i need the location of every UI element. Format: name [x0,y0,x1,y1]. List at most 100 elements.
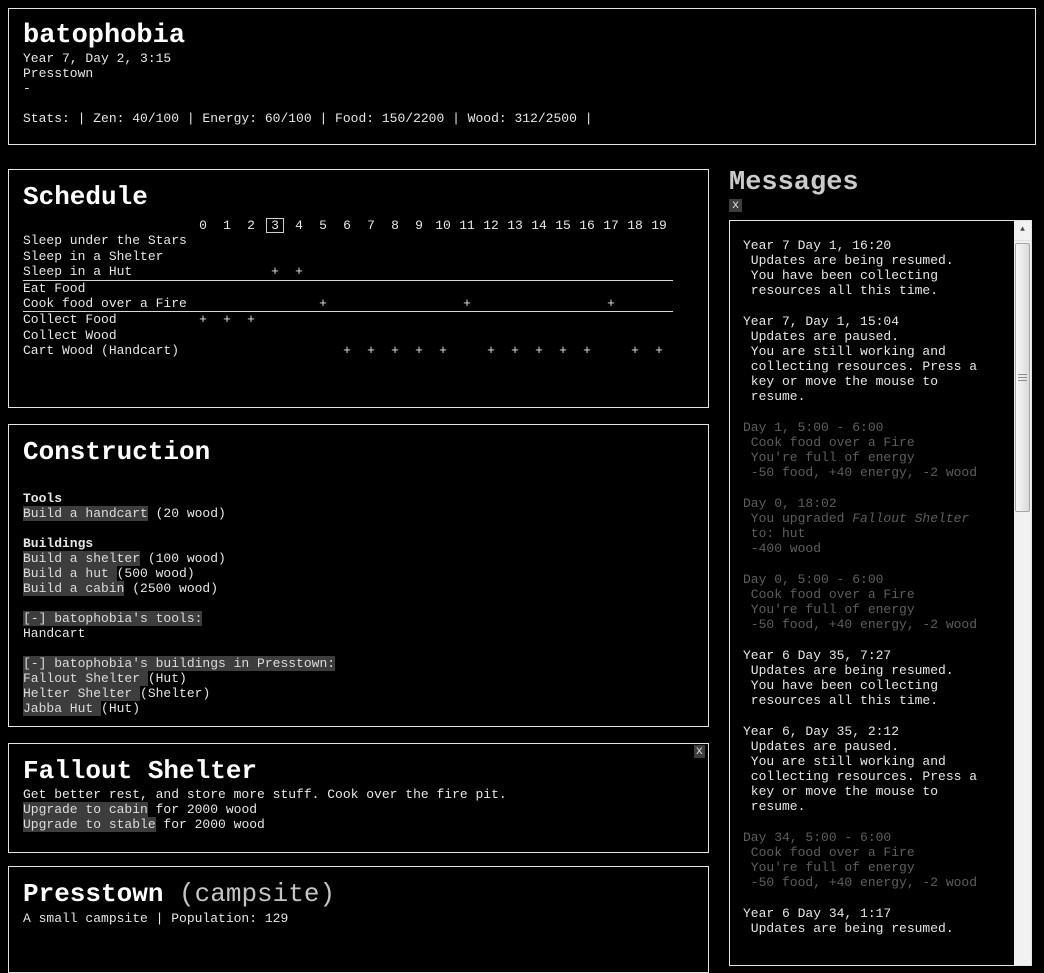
schedule-cell[interactable] [383,328,407,343]
schedule-cell[interactable] [455,312,479,327]
schedule-cell[interactable] [215,264,239,279]
schedule-cell[interactable] [359,233,383,248]
schedule-cell[interactable] [431,328,455,343]
building-jabba-hut-link[interactable]: Jabba Hut [23,701,101,716]
fallout-shelter-close-button[interactable]: x [694,745,705,758]
scroll-up-button[interactable]: ▲ [1014,221,1031,241]
schedule-cell[interactable] [431,233,455,248]
schedule-cell[interactable] [551,296,575,311]
schedule-cell[interactable] [311,264,335,279]
schedule-cell[interactable]: + [335,343,359,358]
schedule-cell[interactable] [287,312,311,327]
schedule-cell[interactable] [239,281,263,296]
schedule-cell[interactable] [383,312,407,327]
schedule-cell[interactable] [287,281,311,296]
schedule-cell[interactable]: + [431,343,455,358]
schedule-cell[interactable] [647,264,671,279]
schedule-cell[interactable] [647,249,671,264]
schedule-cell[interactable] [383,233,407,248]
schedule-cell[interactable] [335,312,359,327]
schedule-cell[interactable] [383,249,407,264]
schedule-cell[interactable] [575,328,599,343]
schedule-cell[interactable] [551,249,575,264]
schedule-cell[interactable] [551,264,575,279]
schedule-cell[interactable] [455,328,479,343]
schedule-cell[interactable] [575,312,599,327]
scroll-thumb[interactable] [1015,243,1030,512]
schedule-cell[interactable] [479,312,503,327]
schedule-cell[interactable] [527,281,551,296]
schedule-cell[interactable] [263,249,287,264]
schedule-cell[interactable] [263,281,287,296]
schedule-cell[interactable] [191,233,215,248]
schedule-cell[interactable] [263,343,287,358]
schedule-cell[interactable] [239,233,263,248]
schedule-cell[interactable] [455,264,479,279]
schedule-cell[interactable] [623,281,647,296]
schedule-cell[interactable] [335,296,359,311]
schedule-cell[interactable] [359,281,383,296]
schedule-cell[interactable] [503,296,527,311]
schedule-cell[interactable] [191,264,215,279]
schedule-cell[interactable] [335,281,359,296]
schedule-cell[interactable]: + [191,312,215,327]
schedule-cell[interactable]: + [287,264,311,279]
schedule-cell[interactable]: + [575,343,599,358]
schedule-cell[interactable] [359,296,383,311]
schedule-cell[interactable] [527,328,551,343]
schedule-cell[interactable] [503,233,527,248]
schedule-cell[interactable] [431,312,455,327]
schedule-cell[interactable]: + [455,296,479,311]
schedule-cell[interactable] [527,233,551,248]
schedule-cell[interactable]: + [407,343,431,358]
schedule-cell[interactable] [647,328,671,343]
schedule-cell[interactable] [239,328,263,343]
schedule-cell[interactable]: + [239,312,263,327]
schedule-cell[interactable] [575,264,599,279]
schedule-cell[interactable] [215,328,239,343]
schedule-cell[interactable] [551,281,575,296]
schedule-cell[interactable] [623,312,647,327]
schedule-cell[interactable] [455,281,479,296]
schedule-cell[interactable] [527,264,551,279]
schedule-cell[interactable] [215,281,239,296]
schedule-cell[interactable] [359,249,383,264]
schedule-cell[interactable] [215,233,239,248]
schedule-cell[interactable] [599,328,623,343]
schedule-cell[interactable] [479,249,503,264]
schedule-cell[interactable] [503,312,527,327]
messages-close-button[interactable]: x [729,199,742,212]
schedule-cell[interactable] [287,249,311,264]
schedule-cell[interactable] [455,343,479,358]
schedule-cell[interactable] [479,296,503,311]
schedule-cell[interactable] [191,249,215,264]
schedule-cell[interactable] [239,343,263,358]
schedule-cell[interactable] [407,328,431,343]
schedule-cell[interactable] [599,281,623,296]
schedule-cell[interactable] [431,281,455,296]
schedule-cell[interactable] [431,264,455,279]
schedule-cell[interactable] [431,296,455,311]
schedule-cell[interactable] [599,312,623,327]
schedule-cell[interactable] [455,233,479,248]
schedule-cell[interactable] [263,296,287,311]
build-handcart-button[interactable]: Build a handcart [23,506,148,521]
schedule-cell[interactable] [623,296,647,311]
schedule-cell[interactable]: + [551,343,575,358]
schedule-cell[interactable] [503,249,527,264]
schedule-cell[interactable] [215,343,239,358]
schedule-cell[interactable] [551,328,575,343]
schedule-cell[interactable] [599,249,623,264]
build-hut-button[interactable]: Build a hut [23,566,117,581]
schedule-cell[interactable] [359,312,383,327]
schedule-cell[interactable] [239,249,263,264]
schedule-cell[interactable] [239,296,263,311]
schedule-cell[interactable]: + [263,264,287,279]
schedule-cell[interactable] [311,343,335,358]
schedule-cell[interactable] [215,296,239,311]
schedule-cell[interactable] [551,312,575,327]
schedule-cell[interactable] [335,328,359,343]
schedule-cell[interactable] [623,328,647,343]
schedule-cell[interactable] [503,281,527,296]
messages-scrollbar[interactable]: ▲ [1014,221,1031,965]
